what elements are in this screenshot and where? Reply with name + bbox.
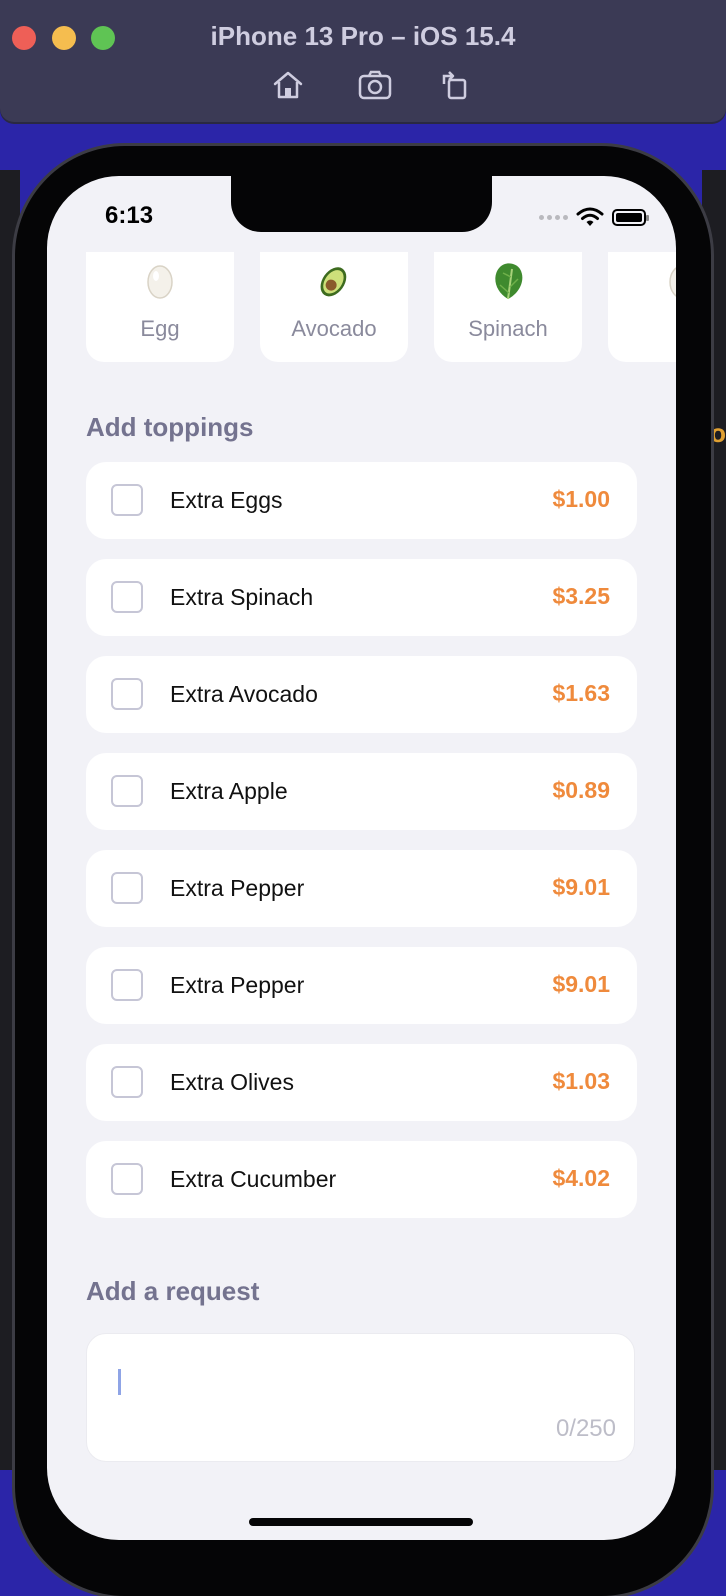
topping-name: Extra Pepper <box>170 875 305 901</box>
avocado-icon <box>260 261 408 301</box>
topping-price: $3.25 <box>552 583 610 609</box>
screenshot-icon[interactable] <box>358 70 392 100</box>
notch <box>231 176 492 232</box>
request-textarea[interactable]: 0/250 <box>86 1333 635 1462</box>
ingredient-label: E <box>608 316 676 342</box>
topping-row[interactable]: Extra Apple $0.89 <box>86 753 637 830</box>
ingredient-card[interactable]: Avocado <box>260 252 408 362</box>
topping-price: $0.89 <box>552 777 610 803</box>
topping-price: $9.01 <box>552 874 610 900</box>
ingredient-card[interactable]: Spinach <box>434 252 582 362</box>
ingredient-label: Egg <box>140 316 180 341</box>
topping-checkbox[interactable] <box>111 678 143 710</box>
topping-price: $4.02 <box>552 1165 610 1191</box>
spinach-icon <box>434 261 582 301</box>
topping-row[interactable]: Extra Olives $1.03 <box>86 1044 637 1121</box>
character-counter: 0/250 <box>555 1415 616 1442</box>
status-icons <box>539 207 649 227</box>
ingredients-row[interactable]: Egg Avocado Spinach E <box>86 252 676 362</box>
topping-checkbox[interactable] <box>111 1163 143 1195</box>
topping-checkbox[interactable] <box>111 1066 143 1098</box>
topping-price: $9.01 <box>552 971 610 997</box>
topping-row[interactable]: Extra Pepper $9.01 <box>86 850 637 927</box>
home-icon[interactable] <box>272 70 304 100</box>
topping-checkbox[interactable] <box>111 872 143 904</box>
background-partial-text: o <box>710 418 726 448</box>
topping-row[interactable]: Extra Avocado $1.63 <box>86 656 637 733</box>
topping-row[interactable]: Extra Pepper $9.01 <box>86 947 637 1024</box>
battery-icon <box>612 208 649 226</box>
topping-price: $1.63 <box>552 680 610 706</box>
topping-checkbox[interactable] <box>111 484 143 516</box>
ingredient-label: Avocado <box>291 316 377 341</box>
topping-row[interactable]: Extra Spinach $3.25 <box>86 559 637 636</box>
topping-row[interactable]: Extra Eggs $1.00 <box>86 462 637 539</box>
topping-checkbox[interactable] <box>111 969 143 1001</box>
egg-icon <box>86 261 234 301</box>
status-time: 6:13 <box>105 202 154 229</box>
topping-name: Extra Eggs <box>170 487 283 513</box>
simulator-toolbar: iPhone 13 Pro – iOS 15.4 <box>0 0 726 122</box>
topping-name: Extra Olives <box>170 1069 294 1095</box>
egg-icon <box>608 261 676 301</box>
rotate-icon[interactable] <box>440 70 468 100</box>
wifi-icon <box>576 207 604 226</box>
home-indicator[interactable] <box>249 1518 473 1526</box>
topping-row[interactable]: Extra Cucumber $4.02 <box>86 1141 637 1218</box>
topping-name: Extra Pepper <box>170 972 305 998</box>
topping-checkbox[interactable] <box>111 775 143 807</box>
request-section-title: Add a request <box>86 1276 260 1306</box>
topping-name: Extra Spinach <box>170 584 314 610</box>
topping-name: Extra Apple <box>170 778 288 804</box>
phone-screen: 6:13 Egg Avocado Spinach Add toppings Ex… <box>47 176 676 1540</box>
simulator-title: iPhone 13 Pro – iOS 15.4 <box>210 21 516 51</box>
topping-price: $1.00 <box>552 486 610 512</box>
ingredient-label: Spinach <box>468 316 548 341</box>
topping-name: Extra Avocado <box>170 681 318 707</box>
ingredient-card[interactable]: E <box>608 252 676 362</box>
topping-checkbox[interactable] <box>111 581 143 613</box>
topping-name: Extra Cucumber <box>170 1166 337 1192</box>
text-cursor <box>118 1369 121 1395</box>
topping-price: $1.03 <box>552 1068 610 1094</box>
signal-icon <box>539 214 568 220</box>
ingredient-card[interactable]: Egg <box>86 252 234 362</box>
toppings-section-title: Add toppings <box>86 412 254 442</box>
